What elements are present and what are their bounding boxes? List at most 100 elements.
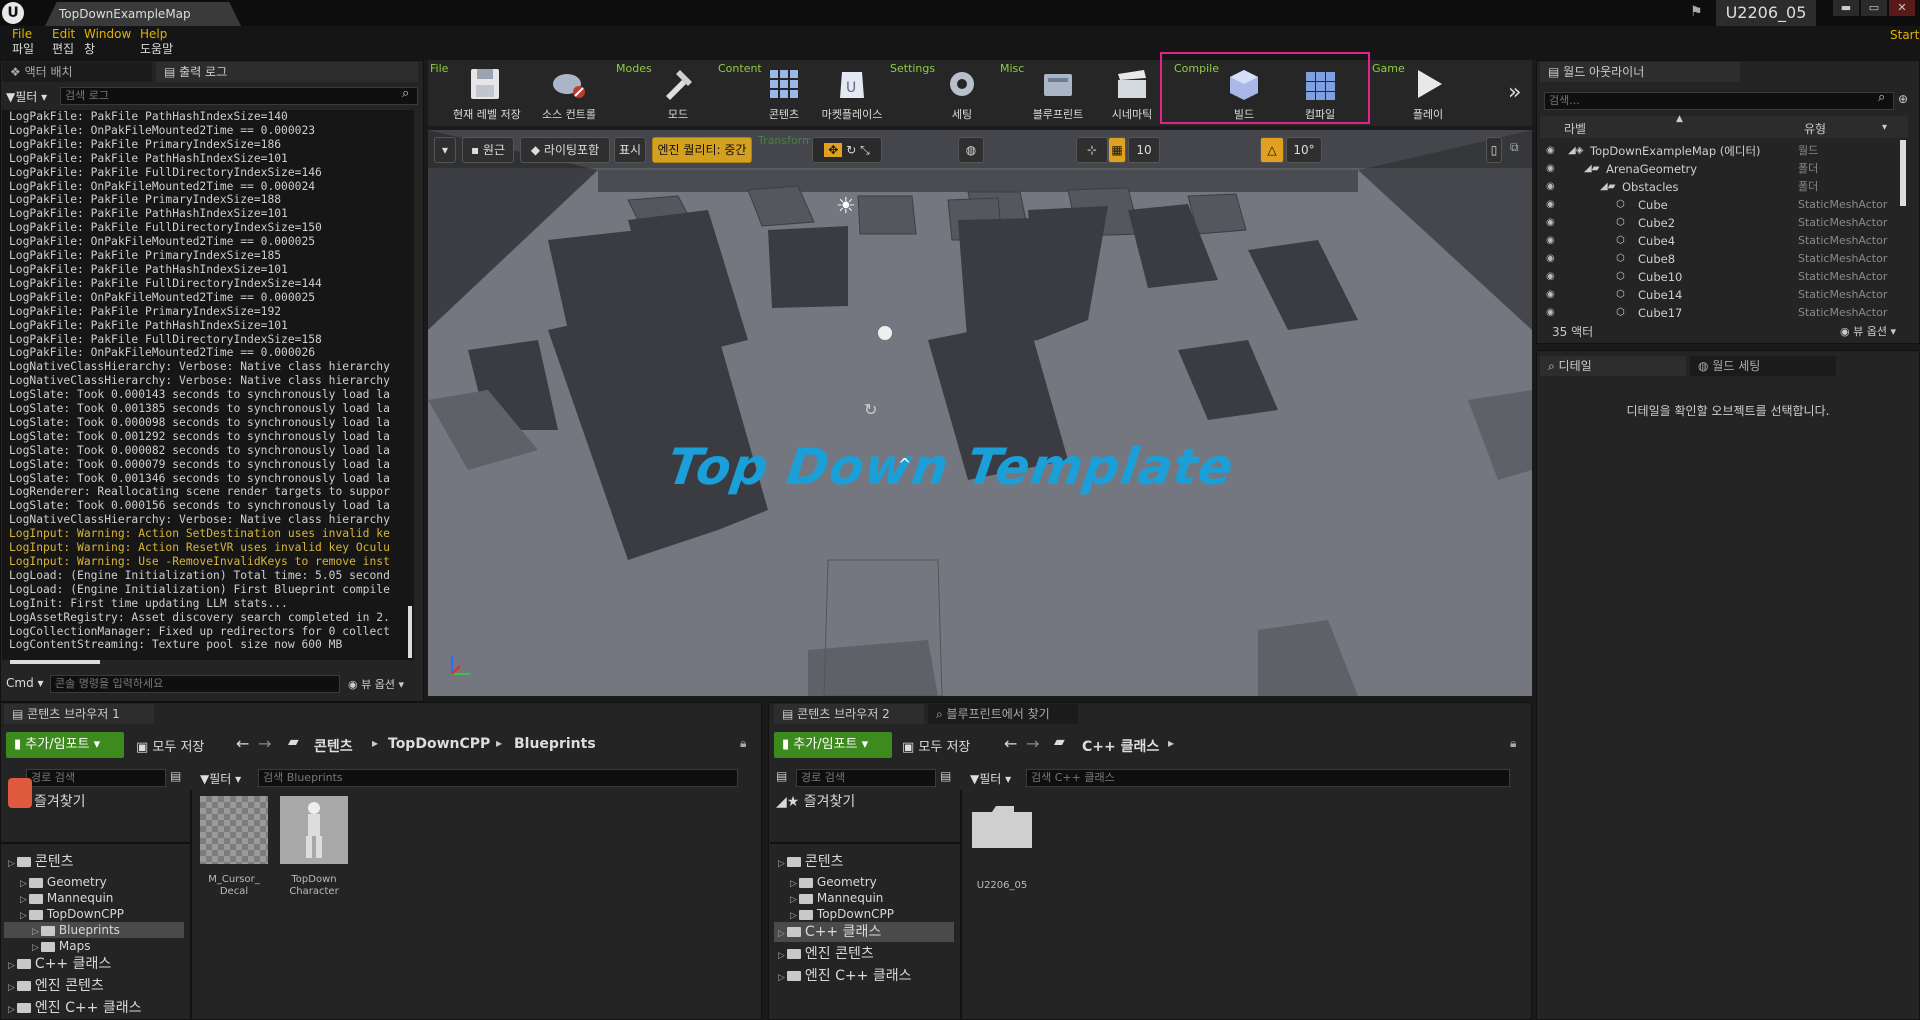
rotate-tool-icon[interactable]: ↻ [846,143,856,157]
expand-arrow-icon[interactable]: ▷ [20,911,27,921]
tree-item[interactable]: ▷ 엔진 C++ 클래스 [4,998,184,1018]
favorites-header-1[interactable]: 즐겨찾기 [34,792,86,812]
tree-item[interactable]: ▷ 콘텐츠 [4,852,184,872]
blueprint-button[interactable]: 블루프린트 [1026,62,1090,124]
breadcrumb-cpp-classes[interactable]: C++ 클래스 [1082,736,1159,756]
settings-button[interactable]: 세팅 [930,62,994,124]
menu-edit[interactable]: Edit 편집 [52,27,75,57]
start-label[interactable]: Start [1890,28,1919,42]
level-viewport[interactable]: Top Down Template ☀ ↻ ^ [428,130,1532,696]
breadcrumb-topdowncpp[interactable]: TopDownCPP [388,736,490,752]
cinematic-button[interactable]: 시네마틱 [1100,62,1164,124]
save-level-button[interactable]: 현재 레벨 저장 [453,62,521,124]
tree-item[interactable]: ▷ TopDownCPP [774,906,954,922]
tree-item[interactable]: ▷ 엔진 C++ 클래스 [774,966,954,986]
outliner-row[interactable]: ◉ ◢◈ TopDownExampleMap (에디터) 월드 [1546,142,1892,160]
log-scrollbar[interactable] [408,606,412,658]
asset-thumb-cursor-decal[interactable] [200,796,268,864]
outliner-row[interactable]: ◉ ⬡ Cube4 StaticMeshActor [1546,232,1892,250]
log-hscrollbar[interactable] [10,660,100,664]
minimize-button[interactable]: ▬ [1833,0,1859,16]
expand-arrow-icon[interactable]: ▷ [790,879,797,889]
player-start-icon[interactable] [878,326,892,340]
document-tab[interactable]: TopDownExampleMap [45,2,241,26]
maximize-viewport-icon[interactable]: ⧉ [1510,140,1519,155]
outliner-row[interactable]: ◉ ⬡ Cube StaticMeshActor [1546,196,1892,214]
add-import-button-2[interactable]: ▮ 추가/임포트 ▾ [774,732,892,758]
transform-tools[interactable]: ✥ ↻ ⤡ [812,137,882,163]
cmd-dropdown[interactable]: Cmd ▾ [6,676,44,690]
view-menu-icon[interactable]: ▤ [170,769,181,783]
outliner-row[interactable]: ◉ ◢▰ ArenaGeometry 폴더 [1546,160,1892,178]
menu-help[interactable]: Help 도움말 [140,27,173,57]
back-arrow-icon[interactable]: ← [236,734,249,753]
expand-arrow-icon[interactable]: ▷ [32,943,39,953]
outliner-search-input[interactable]: 검색... [1544,92,1894,110]
tab-output-log[interactable]: ▤ 출력 로그 [156,62,418,82]
type-dropdown-icon[interactable]: ▾ [1882,122,1887,133]
tree-item[interactable]: ▷ TopDownCPP [4,906,184,922]
tree-item[interactable]: ▷ 콘텐츠 [774,852,954,872]
asset-thumb-topdown-character[interactable] [280,796,348,864]
source-control-button[interactable]: 소스 컨트롤 [537,62,601,124]
lock-icon[interactable]: 🔒︎ [740,736,746,751]
world-local-toggle[interactable]: ◍ [958,137,984,163]
toolbar-more-button[interactable]: » [1508,80,1521,105]
tree-splitter-1[interactable] [190,790,192,1020]
tree-item[interactable]: ▷ C++ 클래스 [4,954,184,974]
favorites-header-2[interactable]: ◢★ 즐겨찾기 [776,792,855,812]
show-button[interactable]: 표시 [614,137,646,163]
expand-arrow-icon[interactable]: ▷ [8,983,15,993]
outliner-row[interactable]: ◉ ⬡ Cube8 StaticMeshActor [1546,250,1892,268]
expand-arrow-icon[interactable]: ▷ [8,961,15,971]
tab-place-actors[interactable]: ❖ 액터 배치 [2,62,152,82]
rotation-snap-toggle[interactable]: △ [1260,137,1284,163]
back-arrow-icon-2[interactable]: ← [1004,734,1017,753]
asset-search-input-1[interactable]: 검색 Blueprints [258,769,738,787]
view-menu-icon-2[interactable]: ▤ [940,769,951,783]
tab-world-settings[interactable]: ◍ 월드 세팅 [1690,356,1836,376]
surface-snap-button[interactable]: ⊹ [1076,137,1108,163]
expand-arrow-icon[interactable]: ▷ [20,895,27,905]
move-tool-icon[interactable]: ✥ [824,143,843,157]
log-search-input[interactable]: 검색 로그 [60,87,418,105]
outliner-row[interactable]: ◉ ⬡ Cube17 StaticMeshActor [1546,304,1892,322]
tree-item[interactable]: ▷ Maps [4,938,184,954]
asset-filter-button-1[interactable]: ▼필터 ▾ [200,770,241,787]
asset-search-input-2[interactable]: 검색 C++ 클래스 [1026,769,1510,787]
engine-quality-button[interactable]: 엔진 퀄리티: 중간 [652,137,752,163]
tree-item[interactable]: ▷ Blueprints [4,922,184,938]
lock-icon-2[interactable]: 🔒︎ [1510,736,1516,751]
save-all-button-1[interactable]: ▣ 모두 저장 [136,736,204,755]
tab-find-in-blueprints[interactable]: ⌕ 블루프린트에서 찾기 [928,704,1078,724]
tree-splitter-2[interactable] [960,790,962,1020]
visibility-eye-icon[interactable]: ◉ [1546,160,1555,178]
unreal-logo-icon[interactable]: U [2,2,24,24]
console-input[interactable]: 콘솔 명령을 입력하세요 [50,675,340,693]
visibility-eye-icon[interactable]: ◉ [1546,232,1555,250]
breadcrumb-blueprints[interactable]: Blueprints [514,736,596,752]
outliner-row[interactable]: ◉ ◢▰ Obstacles 폴더 [1546,178,1892,196]
outliner-row[interactable]: ◉ ⬡ Cube2 StaticMeshActor [1546,214,1892,232]
tab-content-browser-2[interactable]: ▤ 콘텐츠 브라우저 2 [774,704,924,724]
content-button[interactable]: 콘텐츠 [752,62,816,124]
visibility-eye-icon[interactable]: ◉ [1546,286,1555,304]
col-label-header[interactable]: 라벨 [1564,120,1586,137]
tree-item[interactable]: ▷ Mannequin [4,890,184,906]
expand-arrow-icon[interactable]: ▷ [790,895,797,905]
expand-arrow-icon[interactable]: ▷ [790,911,797,921]
marketplace-button[interactable]: U 마켓플레이스 [820,62,884,124]
close-button[interactable]: ✕ [1889,0,1915,16]
expand-arrow-icon[interactable]: ▷ [778,973,785,983]
add-actor-icon[interactable]: ⊕ [1898,92,1908,106]
path-search-input-2[interactable]: 경로 검색 [796,769,936,787]
cpp-folder-thumb[interactable] [970,804,1034,850]
tab-content-browser-1[interactable]: ▤ 콘텐츠 브라우저 1 [4,704,154,724]
forward-arrow-icon-2[interactable]: → [1026,734,1039,753]
grid-snap-toggle[interactable]: ▦ [1108,137,1126,163]
expand-arrow-icon[interactable]: ▷ [778,929,785,939]
outliner-view-options[interactable]: ◉ 뷰 옵션 ▾ [1840,323,1896,339]
tree-item[interactable]: ▷ C++ 클래스 [774,922,954,942]
expand-arrow-icon[interactable]: ▷ [8,1005,15,1015]
log-filter-button[interactable]: ▼필터 ▾ [6,88,47,105]
